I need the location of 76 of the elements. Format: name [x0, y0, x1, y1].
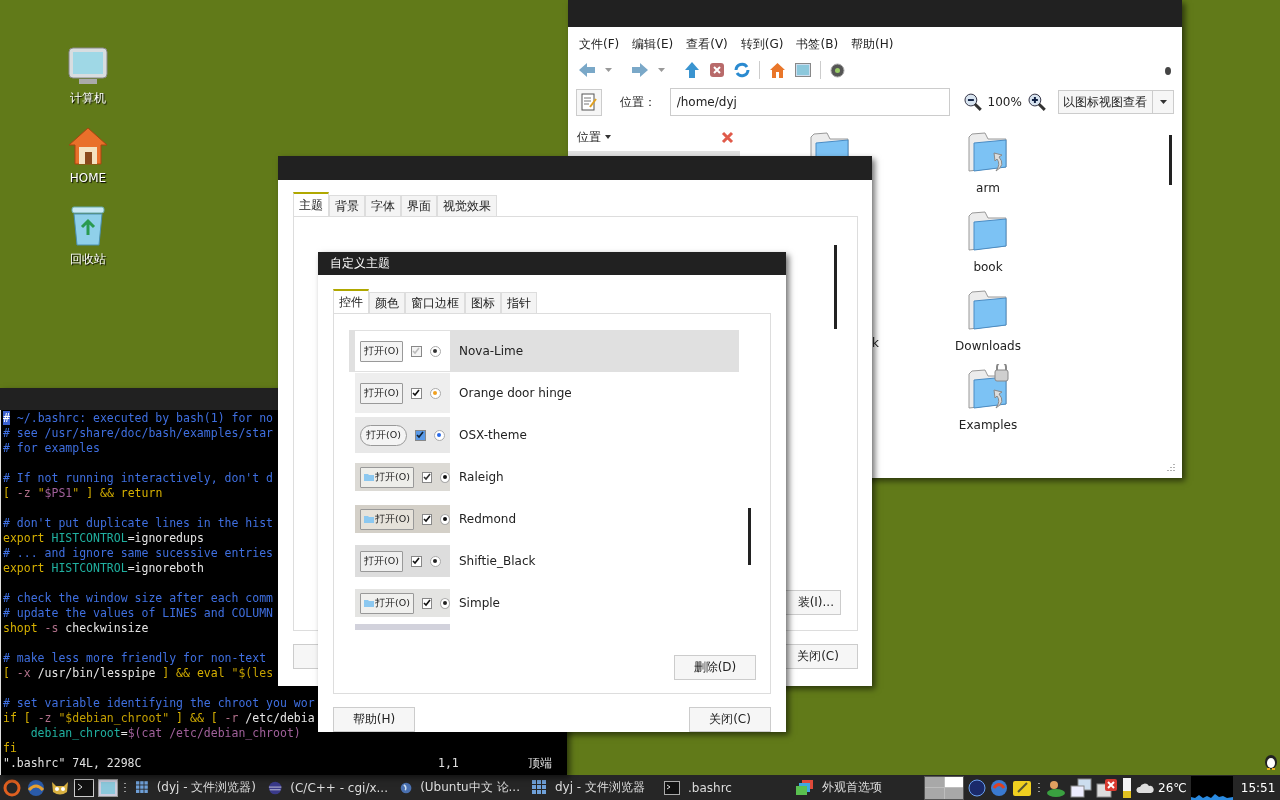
- delete-button[interactable]: 删除(D): [674, 655, 756, 680]
- close-button[interactable]: 关闭(C): [689, 707, 771, 732]
- code-line: [ -z "$PS1" ] && return: [3, 486, 163, 501]
- window-title: 自定义主题: [330, 255, 390, 272]
- tab[interactable]: 图标: [465, 292, 501, 314]
- clock[interactable]: 15:51: [1240, 780, 1276, 795]
- help-button[interactable]: 帮助(H): [333, 707, 415, 732]
- menu-item[interactable]: 转到(G): [740, 35, 784, 53]
- tab[interactable]: 颜色: [369, 292, 405, 314]
- tab[interactable]: 主题: [293, 192, 329, 217]
- code-line: # see /usr/share/doc/bash/examples/star: [3, 426, 274, 441]
- path-field[interactable]: /home/dyj: [669, 88, 950, 116]
- preview-button: 打开(O): [360, 508, 414, 530]
- code-line: # don't put duplicate lines in the hist: [3, 516, 274, 531]
- theme-item[interactable]: 打开(O) Shiftie_Black: [349, 540, 739, 582]
- preview-button: 打开(O): [360, 592, 414, 614]
- desktop-icon-label[interactable]: 回收站: [70, 251, 106, 268]
- preview-button: 打开(O): [360, 424, 407, 446]
- code-line: # If not running interactively, don't d: [3, 471, 274, 486]
- code-line: # update the values of LINES and COLUMN: [3, 606, 274, 621]
- scroll-position: 顶端: [528, 756, 552, 771]
- code-line: # set variable identifying the chroot you wor: [3, 696, 315, 711]
- code-line: # for examples: [3, 441, 100, 456]
- preview-button: 打开(O): [360, 466, 414, 488]
- taskbar-button[interactable]: (Ubuntu中文 论...: [396, 776, 524, 799]
- taskbar-button[interactable]: (C/C++ - cgi/x...: [264, 776, 392, 799]
- taskbar-button[interactable]: .bashrc: [660, 776, 788, 799]
- theme-item[interactable]: 打开(O) Redmond: [349, 498, 739, 540]
- tab[interactable]: 字体: [365, 195, 401, 217]
- code-line: debian_chroot=$(cat /etc/debian_chroot): [29, 726, 301, 741]
- cursor-position: 1,1: [438, 756, 460, 771]
- file-label[interactable]: Examples: [958, 418, 1018, 432]
- taskbar-button[interactable]: dyj - 文件浏览器: [528, 776, 656, 799]
- tab[interactable]: 界面: [401, 195, 437, 217]
- tab[interactable]: 视觉效果: [437, 195, 497, 217]
- menu-item[interactable]: 书签(B): [796, 35, 839, 53]
- code-line: # check the window size after each comm: [3, 591, 274, 606]
- code-line: # ... and ignore same sucessive entries: [3, 546, 274, 561]
- menu-item[interactable]: 文件(F): [579, 35, 620, 53]
- menu-item[interactable]: 查看(V): [686, 35, 728, 53]
- menu-item[interactable]: 编辑(E): [632, 35, 674, 53]
- preview-button: 打开(O): [360, 382, 403, 404]
- code-line: shopt -s checkwinsize: [3, 621, 149, 636]
- file-label[interactable]: Downloads: [955, 339, 1021, 353]
- tab[interactable]: 背景: [329, 195, 365, 217]
- tab[interactable]: 控件: [333, 289, 369, 314]
- file-label[interactable]: k: [872, 336, 879, 350]
- code-line: [ -x /usr/bin/lesspipe ] && eval "$(les: [3, 666, 274, 681]
- code-line: export HISTCONTROL=ignoreboth: [3, 561, 204, 576]
- code-line: fi: [3, 741, 17, 756]
- file-label[interactable]: arm: [976, 181, 1000, 195]
- side-pane-selector[interactable]: 位置: [577, 128, 611, 146]
- view-mode-dropdown[interactable]: 以图标视图查看: [1057, 90, 1174, 114]
- file-status: ".bashrc" 74L, 2298C: [3, 756, 143, 771]
- code-line: # ~/.bashrc: executed by bash(1) for no: [3, 411, 274, 426]
- code-line: # make less more friendly for non-text: [3, 651, 267, 666]
- zoom-level: 100%: [987, 95, 1022, 109]
- preview-button: 打开(O): [360, 550, 403, 572]
- tab[interactable]: 窗口边框: [405, 292, 465, 314]
- theme-item[interactable]: 打开(O) Raleigh: [349, 456, 739, 498]
- tab[interactable]: 指针: [501, 292, 537, 314]
- theme-item[interactable]: 打开(O) OSX-theme: [349, 414, 739, 456]
- location-label: 位置：: [619, 93, 656, 111]
- code-line: export HISTCONTROL=ignoredups: [3, 531, 204, 546]
- preview-button: 打开(O): [360, 340, 403, 362]
- desktop-icon-label[interactable]: 计算机: [70, 90, 106, 107]
- theme-item[interactable]: 打开(O) Nova-Lime: [349, 330, 739, 372]
- taskbar-button[interactable]: 外观首选项: [792, 776, 920, 799]
- menu-item[interactable]: 帮助(H): [851, 35, 894, 53]
- code-line: if [ -z "$debian_chroot" ] && [ -r /etc/debia: [3, 711, 315, 726]
- theme-item[interactable]: 打开(O) Orange door hinge: [349, 372, 739, 414]
- file-label[interactable]: book: [973, 260, 1003, 274]
- desktop-icon-label[interactable]: HOME: [69, 171, 107, 185]
- theme-item[interactable]: 打开(O) Simple: [349, 582, 739, 624]
- temperature: 26℃: [1158, 780, 1187, 795]
- taskbar-button[interactable]: (dyj - 文件浏览器): [132, 776, 260, 799]
